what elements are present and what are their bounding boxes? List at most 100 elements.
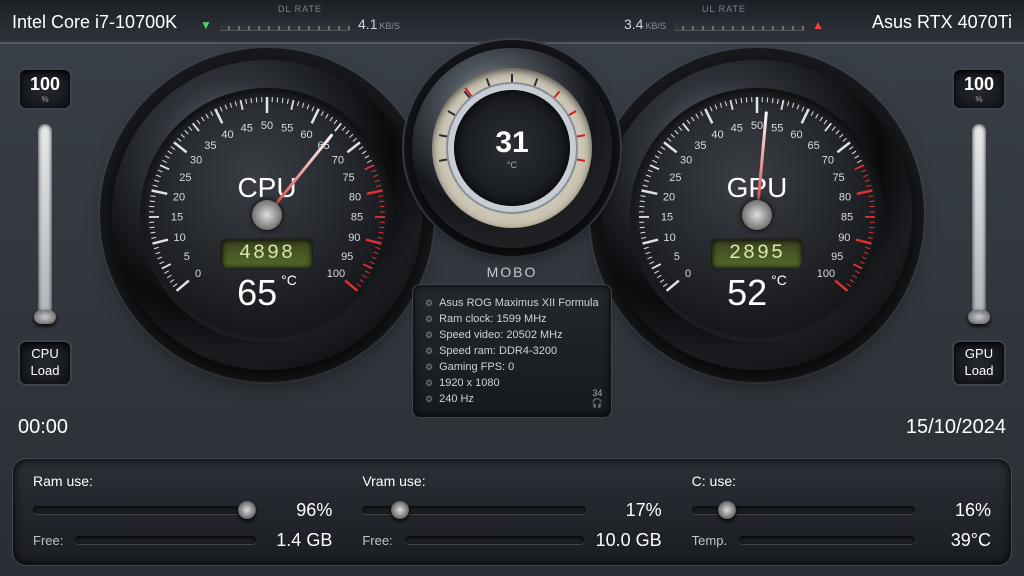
ram-use-value: 96% <box>268 500 332 521</box>
mobo-temp-gauge: 0102030405060708090100 31 °C MOBO <box>412 48 612 248</box>
disk-use-value: 16% <box>927 500 991 521</box>
cpu-fan-indicator: 100 % <box>18 68 72 110</box>
svg-text:90: 90 <box>348 232 360 244</box>
download-sparkline <box>220 19 350 31</box>
download-rate-block: DL RATE ▼ 4.1KB/S <box>200 4 400 34</box>
vram-use-value: 17% <box>598 500 662 521</box>
cpu-clock-lcd: 4898 <box>222 240 312 268</box>
upload-rate-value: 3.4KB/S <box>624 16 666 34</box>
upload-arrow-icon: ▲ <box>812 18 824 32</box>
upload-rate-block: UL RATE 3.4KB/S ▲ <box>624 4 824 34</box>
disk-temp-label: Temp. <box>692 533 727 548</box>
svg-text:90: 90 <box>838 232 850 244</box>
svg-text:55: 55 <box>771 122 783 134</box>
ram-usage-block: Ram use: 96% Free: 1.4 GB <box>33 469 332 555</box>
svg-text:85: 85 <box>841 212 853 224</box>
upload-rate-label: UL RATE <box>624 4 824 14</box>
download-rate-value: 4.1KB/S <box>358 16 400 34</box>
top-bar: Intel Core i7-10700K Asus RTX 4070Ti DL … <box>0 0 1024 44</box>
upload-sparkline <box>674 19 804 31</box>
gpu-fan-value: 100 <box>964 74 994 95</box>
gpu-load-text-1: GPU <box>965 346 993 363</box>
info-hz: 240 Hz <box>425 391 599 407</box>
svg-text:35: 35 <box>204 140 216 152</box>
svg-text:45: 45 <box>241 122 253 134</box>
gpu-temp-gauge: 0510152025303540455055606570758085909510… <box>602 60 912 370</box>
gpu-clock-lcd: 2895 <box>712 240 802 268</box>
download-rate-label: DL RATE <box>200 4 400 14</box>
svg-text:50: 50 <box>751 120 763 132</box>
disk-usage-block: C: use: 16% Temp. 39°C <box>692 469 991 555</box>
vram-usage-block: Vram use: 17% Free: 10.0 GB <box>362 469 661 555</box>
gpu-fan-indicator: 100 % <box>952 68 1006 110</box>
usage-strip: Ram use: 96% Free: 1.4 GB Vram use: 17% … <box>12 458 1012 566</box>
disk-use-label: C: use: <box>692 473 991 489</box>
svg-text:50: 50 <box>261 120 273 132</box>
gpu-temp-value: 52°C <box>630 272 884 314</box>
ram-use-label: Ram use: <box>33 473 332 489</box>
svg-text:15: 15 <box>171 212 183 224</box>
svg-text:40: 40 <box>711 129 723 141</box>
cpu-temp-value: 65°C <box>140 272 394 314</box>
vram-free-bar <box>405 536 584 544</box>
info-vid: Speed video: 20502 MHz <box>425 327 599 343</box>
svg-text:10: 10 <box>174 232 186 244</box>
info-board: Asus ROG Maximus XII Formula <box>425 295 599 311</box>
ram-free-value: 1.4 GB <box>268 530 332 551</box>
mobo-temp-unit: °C <box>507 160 517 170</box>
disk-use-knob[interactable] <box>718 501 736 519</box>
gpu-load-slider-knob[interactable] <box>968 310 990 324</box>
cpu-load-slider[interactable] <box>38 124 52 324</box>
svg-text:40: 40 <box>221 129 233 141</box>
cpu-name-label: Intel Core i7-10700K <box>12 12 177 33</box>
headphones-icon: 🎧 <box>592 398 603 409</box>
info-ramspd: Speed ram: DDR4-3200 <box>425 343 599 359</box>
ram-use-knob[interactable] <box>238 501 256 519</box>
info-res: 1920 x 1080 <box>425 375 599 391</box>
gpu-name-label: Asus RTX 4070Ti <box>872 12 1012 33</box>
svg-text:5: 5 <box>674 251 680 263</box>
volume-value: 34 <box>592 388 602 398</box>
svg-text:45: 45 <box>731 122 743 134</box>
download-arrow-icon: ▼ <box>200 18 212 32</box>
gpu-load-slider[interactable] <box>972 124 986 324</box>
vram-use-label: Vram use: <box>362 473 661 489</box>
gpu-load-button[interactable]: GPU Load <box>952 340 1006 386</box>
cpu-load-button[interactable]: CPU Load <box>18 340 72 386</box>
volume-indicator: 34 🎧 <box>592 388 603 409</box>
cpu-fan-value: 100 <box>30 74 60 95</box>
disk-temp-value: 39°C <box>927 530 991 551</box>
vram-free-label: Free: <box>362 533 392 548</box>
ram-use-slider[interactable] <box>33 506 256 514</box>
mobo-label: MOBO <box>412 264 612 280</box>
svg-text:5: 5 <box>184 251 190 263</box>
svg-text:55: 55 <box>281 122 293 134</box>
svg-text:30: 30 <box>190 155 202 167</box>
vram-use-knob[interactable] <box>391 501 409 519</box>
svg-text:70: 70 <box>822 155 834 167</box>
disk-temp-bar <box>739 536 915 544</box>
gpu-load-text-2: Load <box>965 363 994 380</box>
cpu-load-text-1: CPU <box>31 346 58 363</box>
info-fps: Gaming FPS: 0 <box>425 359 599 375</box>
cpu-gauge-hub <box>252 200 282 230</box>
cpu-fan-unit: % <box>41 95 48 104</box>
svg-text:95: 95 <box>341 251 353 263</box>
svg-text:15: 15 <box>661 212 673 224</box>
svg-text:85: 85 <box>351 212 363 224</box>
svg-text:60: 60 <box>790 129 802 141</box>
clock-label: 00:00 <box>18 416 68 439</box>
gpu-fan-unit: % <box>975 95 982 104</box>
mobo-temp-value: 31 <box>495 126 528 160</box>
svg-text:30: 30 <box>680 155 692 167</box>
vram-free-value: 10.0 GB <box>596 530 662 551</box>
svg-text:35: 35 <box>694 140 706 152</box>
cpu-load-text-2: Load <box>31 363 60 380</box>
svg-text:65: 65 <box>808 140 820 152</box>
svg-text:95: 95 <box>831 251 843 263</box>
cpu-load-slider-knob[interactable] <box>34 310 56 324</box>
disk-use-slider[interactable] <box>692 506 915 514</box>
vram-use-slider[interactable] <box>362 506 585 514</box>
system-info-panel: Asus ROG Maximus XII Formula Ram clock: … <box>412 284 612 418</box>
cpu-temp-gauge: 0510152025303540455055606570758085909510… <box>112 60 422 370</box>
